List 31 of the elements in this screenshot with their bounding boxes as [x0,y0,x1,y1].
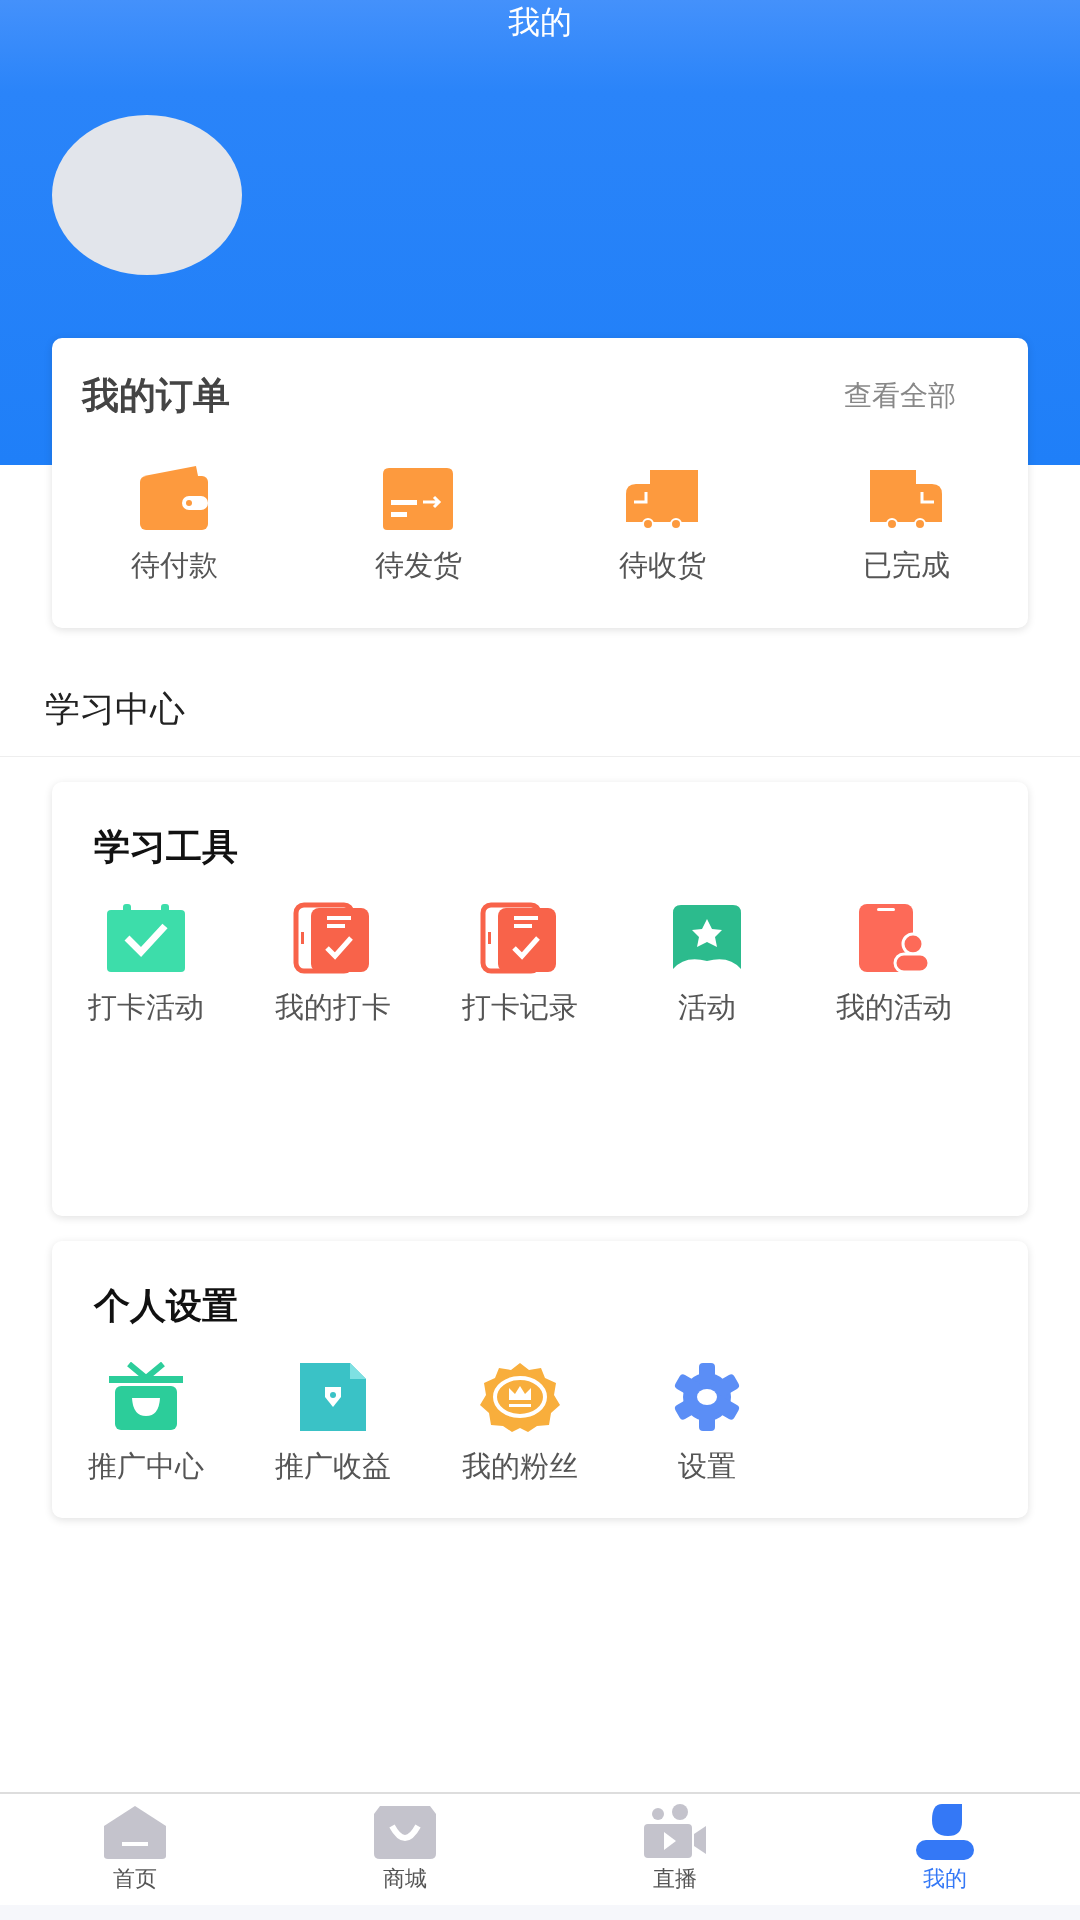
menu-item[interactable]: 推广收益 [274,1444,391,1488]
document-pen-icon [297,1360,368,1433]
order-status-item[interactable]: 已完成 [862,543,950,587]
view-all-link[interactable]: 查看全部 [844,374,956,417]
card-title: 我的订单 [82,373,230,419]
menu-item[interactable]: 打卡记录 [461,985,578,1029]
menu-item[interactable]: 打卡活动 [87,985,204,1029]
tab[interactable]: 商城 [270,1794,540,1905]
house-icon [102,1804,168,1860]
phone-user-icon [856,901,931,974]
menu-item[interactable]: 我的打卡 [274,985,391,1029]
gift-icon [106,1360,185,1433]
tab[interactable]: 我的 [810,1794,1080,1905]
menu-item[interactable]: 设置 [677,1444,736,1488]
section-title: 学习中心 [0,683,1080,757]
crown-badge-icon [478,1360,561,1433]
menu-item[interactable]: 推广中心 [87,1444,204,1488]
panel-title: 个人设置 [92,1283,239,1328]
bag-icon [372,1804,438,1860]
tab[interactable]: 直播 [540,1794,810,1905]
video-camera-icon [642,1804,708,1860]
order-status-item[interactable]: 待收货 [618,543,706,587]
menu-item[interactable]: 我的粉丝 [461,1444,578,1488]
menu-item[interactable]: 我的活动 [835,985,952,1029]
tab[interactable]: 首页 [0,1794,270,1905]
menu-item[interactable]: 活动 [677,985,736,1029]
panel-title: 学习工具 [93,824,239,869]
order-status-item[interactable]: 待付款 [130,543,218,587]
page-title: 我的 [507,2,573,42]
order-status-item[interactable]: 待发货 [374,543,462,587]
calendar-check-icon [104,901,187,974]
